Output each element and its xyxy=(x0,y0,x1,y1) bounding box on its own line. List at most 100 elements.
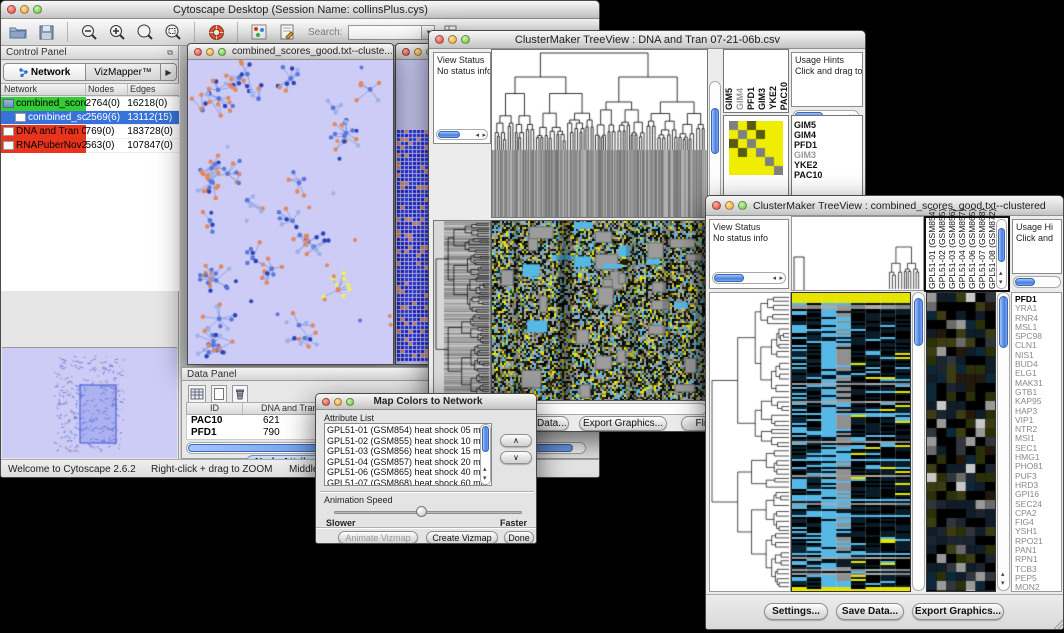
column-label[interactable]: GIM5 xyxy=(724,88,734,110)
view-status-hscrollbar[interactable]: ◂ ▸ xyxy=(712,272,786,284)
scroll-left-arrow[interactable]: ◂ xyxy=(475,131,479,141)
close-button[interactable] xyxy=(712,201,721,210)
network-list-row[interactable]: combined_scores 2764(0) 16218(0) xyxy=(1,97,179,111)
heatmap-zoom-view[interactable] xyxy=(926,292,996,592)
col-nodes[interactable]: Nodes xyxy=(86,84,128,95)
speed-slider-track[interactable] xyxy=(334,511,522,514)
col-edges[interactable]: Edges xyxy=(128,84,156,95)
column-label[interactable]: GIM3 xyxy=(757,88,767,110)
done-button[interactable]: Done xyxy=(504,531,534,544)
column-label[interactable]: GPL51-01 (GSM854) xyxy=(927,219,937,289)
minimize-button[interactable] xyxy=(725,201,734,210)
network-overview[interactable] xyxy=(2,347,177,458)
save-session-icon[interactable] xyxy=(35,22,57,42)
row-dendrogram-canvas[interactable] xyxy=(710,293,790,591)
speed-slider-thumb[interactable] xyxy=(416,506,427,517)
col-id[interactable]: ID xyxy=(187,403,243,414)
heatmap-canvas[interactable] xyxy=(792,293,910,591)
treeview-dna-titlebar[interactable]: ClusterMaker TreeView : DNA and Tran 07-… xyxy=(429,31,865,49)
create-vizmap-button[interactable]: Create Vizmap xyxy=(426,531,498,544)
scroll-thumb[interactable] xyxy=(1015,278,1035,286)
attribute-list-item[interactable]: GPL51-03 (GSM856) heat shock 15 min xyxy=(327,446,489,457)
column-label[interactable]: GPL51-03 (GSM856) xyxy=(947,219,957,289)
gene-label[interactable]: GIM4 xyxy=(794,130,860,140)
attribute-list-item[interactable]: GPL51-01 (GSM854) heat shock 05 min xyxy=(327,425,489,436)
scroll-right-arrow[interactable]: ▸ xyxy=(779,274,783,284)
scroll-down-arrow[interactable]: ▾ xyxy=(483,474,487,484)
network-window-titlebar[interactable]: combined_scores_good.txt--cluste... xyxy=(188,44,393,60)
treeview-combined-titlebar[interactable]: ClusterMaker TreeView : combined_scores_… xyxy=(706,196,1063,216)
usage-hints-hscrollbar[interactable] xyxy=(1013,276,1061,288)
column-dendrogram[interactable] xyxy=(491,49,708,218)
zoom-window-button[interactable] xyxy=(218,48,226,56)
scroll-thumb[interactable] xyxy=(999,296,1008,348)
column-label[interactable]: PAC10 xyxy=(779,82,789,110)
help-icon[interactable] xyxy=(205,22,227,42)
heatmap-vscrollbar[interactable] xyxy=(912,292,925,591)
attribute-list-item[interactable]: GPL51-04 (GSM857) heat shock 20 min xyxy=(327,457,489,468)
column-labels-vscrollbar[interactable]: ▴ ▾ xyxy=(996,219,1007,289)
zoom-fit-icon[interactable] xyxy=(162,22,184,42)
attribute-list-item[interactable]: GPL51-07 (GSM868) heat shock 60 min xyxy=(327,478,489,487)
float-panel-icon[interactable]: ⧉ xyxy=(167,48,173,58)
minimize-button[interactable] xyxy=(206,48,214,56)
network-overview-canvas[interactable] xyxy=(2,349,175,457)
network-list-row[interactable]: combined_sco 2569(6) 13112(15) xyxy=(1,111,179,125)
zoom-selected-icon[interactable] xyxy=(134,22,156,42)
scroll-thumb[interactable] xyxy=(482,426,489,452)
close-button[interactable] xyxy=(7,5,16,14)
attribute-list-item[interactable]: GPL51-02 (GSM855) heat shock 10 min xyxy=(327,436,489,447)
close-button[interactable] xyxy=(402,48,410,56)
column-label[interactable]: PFD1 xyxy=(746,87,756,110)
more-tabs-button[interactable]: ▶ xyxy=(161,63,177,81)
attribute-list-item[interactable]: GPL51-06 (GSM865) heat shock 40 min xyxy=(327,467,489,478)
minimize-button[interactable] xyxy=(448,35,457,44)
scroll-down-arrow[interactable]: ▾ xyxy=(999,278,1003,288)
scroll-thumb[interactable] xyxy=(438,131,460,138)
row-dendrogram[interactable] xyxy=(709,292,791,592)
row-dendrogram-canvas[interactable] xyxy=(434,221,490,400)
gene-label[interactable]: GIM5 xyxy=(794,120,860,130)
network-view-canvas[interactable] xyxy=(188,60,393,365)
column-label[interactable]: GPL51-04 (GSM857) xyxy=(957,219,967,289)
move-up-button[interactable]: ∧ xyxy=(500,434,532,447)
gene-label[interactable]: PAC10 xyxy=(794,170,860,180)
column-dendrogram-canvas[interactable] xyxy=(792,217,923,290)
scroll-right-arrow[interactable]: ▸ xyxy=(482,131,486,141)
export-graphics-button[interactable]: Export Graphics... xyxy=(579,416,667,431)
column-label[interactable]: GPL51-06 (GSM865) xyxy=(967,219,977,289)
minimize-button[interactable] xyxy=(334,398,342,406)
vizmap-animate-icon[interactable] xyxy=(248,22,270,42)
export-graphics-button[interactable]: Export Graphics... xyxy=(912,603,1004,620)
column-label[interactable]: GPL51-02 (GSM855) xyxy=(937,219,947,289)
gene-similarity-matrix[interactable] xyxy=(729,121,783,175)
column-dendrogram[interactable] xyxy=(791,216,924,291)
zoom-window-button[interactable] xyxy=(461,35,470,44)
zoom-window-button[interactable] xyxy=(738,201,747,210)
column-label[interactable]: GPL51-07 (GSM868) xyxy=(977,219,987,289)
main-titlebar[interactable]: Cytoscape Desktop (Session Name: collins… xyxy=(1,1,599,19)
settings-button[interactable]: Settings... xyxy=(764,603,828,620)
column-dendrogram-canvas[interactable] xyxy=(492,50,707,217)
scroll-thumb[interactable] xyxy=(714,274,744,282)
column-label[interactable]: GIM4 xyxy=(735,88,745,110)
heatmap-canvas[interactable] xyxy=(492,221,707,400)
close-button[interactable] xyxy=(435,35,444,44)
scroll-down-arrow[interactable]: ▾ xyxy=(1001,579,1005,589)
zoom-out-icon[interactable] xyxy=(78,22,100,42)
column-label[interactable]: YKE2 xyxy=(768,86,778,110)
tab-vizmapper[interactable]: VizMapper™ xyxy=(86,63,161,81)
heatmap-main[interactable] xyxy=(491,220,708,401)
tab-network[interactable]: Network xyxy=(3,63,86,81)
gene-list-vscrollbar[interactable]: ▴ ▾ xyxy=(997,292,1010,591)
move-down-button[interactable]: ∨ xyxy=(500,451,532,464)
scroll-left-arrow[interactable]: ◂ xyxy=(772,274,776,284)
heatmap-zoom-canvas[interactable] xyxy=(927,293,995,591)
resize-grip[interactable] xyxy=(1052,618,1064,630)
open-session-icon[interactable] xyxy=(7,22,29,42)
scroll-thumb[interactable] xyxy=(998,228,1005,262)
search-input[interactable] xyxy=(348,25,422,40)
gene-label[interactable]: PFD1 xyxy=(794,140,860,150)
close-button[interactable] xyxy=(322,398,330,406)
heatmap-main[interactable] xyxy=(791,292,911,592)
